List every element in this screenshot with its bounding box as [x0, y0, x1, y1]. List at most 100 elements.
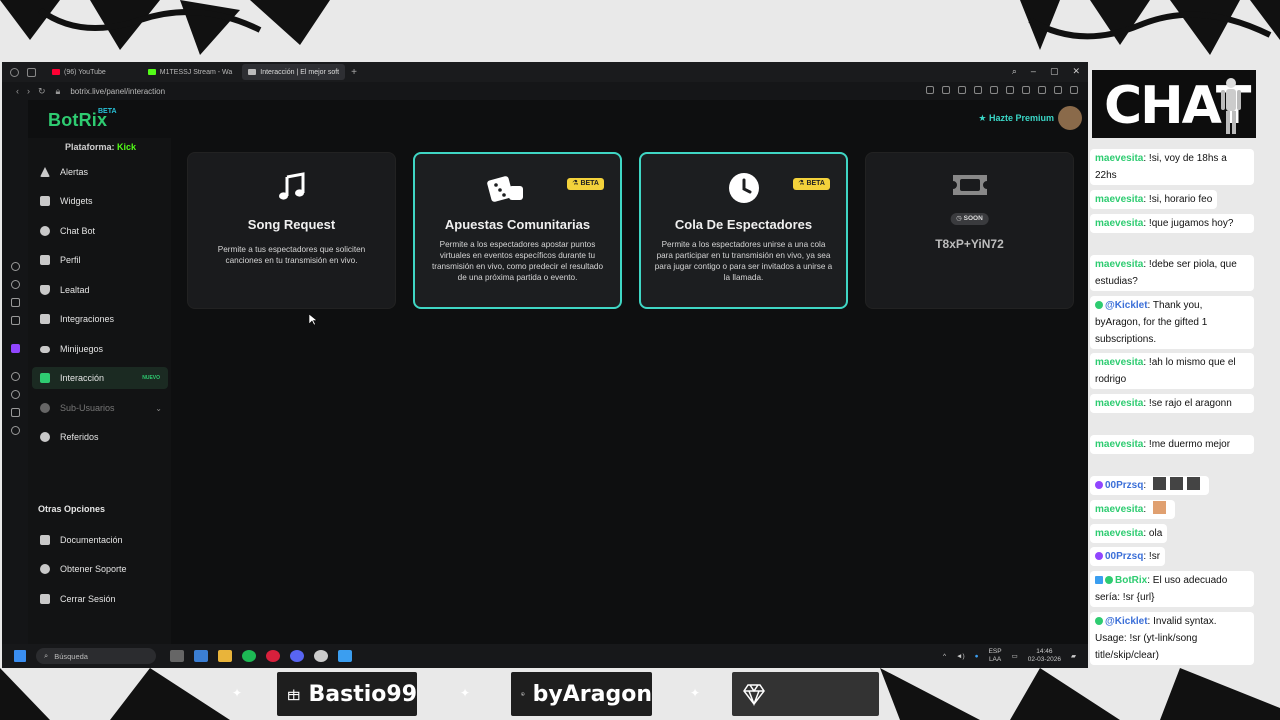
sidebar-item-sub-usuarios[interactable]: Sub-Usuarios ⌄ [32, 397, 168, 419]
back-icon[interactable]: ‹ [16, 86, 19, 96]
rail-whatsapp-icon[interactable] [11, 298, 20, 307]
sidebar-item-cerrar-sesion[interactable]: Cerrar Sesión [32, 588, 168, 610]
chevron-down-icon[interactable]: ⌄ [155, 404, 162, 413]
chat-text: : !se rajo el aragonn [1143, 398, 1232, 409]
chevron-up-icon[interactable]: ^ [943, 653, 946, 660]
pin-icon[interactable] [926, 86, 934, 94]
network-icon[interactable]: ▭ [1012, 652, 1018, 660]
spotify-icon[interactable] [242, 650, 256, 662]
browser-tabbar: (96) YouTube M1TESSJ Stream - Wa Interac… [2, 62, 1088, 82]
language-indicator[interactable]: ESP LAA [989, 648, 1002, 664]
rail-extensions-icon[interactable] [11, 408, 20, 417]
card-cola-de-espectadores[interactable]: ⚗ BETA Cola De Espectadores Permite a lo… [639, 152, 848, 309]
chat-message: 00Przsq: [1090, 476, 1209, 495]
opera-icon[interactable] [266, 650, 280, 662]
card-code: T8xP+YiN72 [935, 237, 1004, 251]
rail-twitch-icon[interactable] [11, 344, 20, 353]
supporter-name: byAragon [532, 681, 652, 707]
download-icon[interactable] [1022, 86, 1030, 94]
sidebar-item-widgets[interactable]: Widgets [32, 190, 168, 212]
new-tab-button[interactable]: + [351, 67, 357, 78]
app-icon[interactable] [338, 650, 352, 662]
forward-icon[interactable]: › [27, 86, 30, 96]
clock[interactable]: 14:46 02-03-2026 [1028, 648, 1061, 664]
rail-history-icon[interactable] [11, 262, 20, 271]
sidebar-item-label: Perfil [60, 255, 81, 265]
beta-badge-text: BETA [580, 180, 599, 187]
reload-icon[interactable]: ↻ [38, 86, 46, 97]
language-bottom: LAA [988, 656, 1002, 663]
chat-message: BotRix: El uso adecuado sería: !sr {url} [1090, 571, 1254, 607]
gamepad-icon [40, 345, 50, 353]
tab-label: (96) YouTube [64, 68, 106, 76]
menu-icon[interactable] [1070, 86, 1078, 94]
rail-player-icon[interactable] [11, 372, 20, 381]
logout-icon [40, 594, 50, 604]
badge-icon [1095, 481, 1103, 489]
wallet-icon[interactable] [1006, 86, 1014, 94]
play-icon[interactable] [974, 86, 982, 94]
discord-icon[interactable] [290, 650, 304, 662]
windows-start-icon[interactable] [14, 650, 26, 662]
rail-settings-icon[interactable] [11, 426, 20, 435]
users-icon [40, 432, 50, 442]
chat-message: maevesita: !me duermo mejor [1090, 435, 1254, 454]
mod-icon [1095, 576, 1103, 584]
chat-username: maevesita [1095, 194, 1144, 205]
task-view-icon[interactable] [170, 650, 184, 662]
tab-kick-stream[interactable]: M1TESSJ Stream - Wa [142, 64, 238, 80]
close-icon[interactable]: ✕ [1072, 66, 1080, 77]
sidebar-item-soporte[interactable]: Obtener Soporte [32, 558, 168, 580]
card-coming-soon: ◷ SOON T8xP+YiN72 [865, 152, 1074, 309]
sidebar-item-integraciones[interactable]: Integraciones [32, 308, 168, 330]
taskbar-search[interactable]: ⌕ Búsqueda [36, 648, 156, 664]
ai-icon[interactable] [1054, 86, 1062, 94]
card-song-request[interactable]: Song Request Permite a tus espectadores … [187, 152, 396, 309]
sidebar-item-lealtad[interactable]: Lealtad [32, 279, 168, 301]
avatar[interactable] [1058, 106, 1082, 130]
sidebar-item-label: Lealtad [60, 285, 90, 295]
sidebar-item-minijuegos[interactable]: Minijuegos [32, 338, 168, 360]
tab-botrix-interaction[interactable]: Interacción | El mejor soft [242, 64, 346, 80]
sidebar-item-label: Alertas [60, 167, 89, 177]
card-apuestas-comunitarias[interactable]: ⚗ BETA Apuestas Comunitarias Permite a l… [413, 152, 622, 309]
explorer-icon[interactable] [194, 650, 208, 662]
notification-icon[interactable]: ▰ [1071, 652, 1076, 660]
minimize-icon[interactable]: – [1031, 66, 1036, 77]
chat-text: : !que jugamos hoy? [1143, 218, 1234, 229]
chat-username: maevesita [1095, 398, 1144, 409]
premium-button[interactable]: ★ Hazte Premium [978, 113, 1054, 124]
mic-icon[interactable]: ● [975, 653, 979, 660]
card-title: Cola De Espectadores [674, 217, 813, 232]
new-badge: NUEVO [142, 375, 160, 381]
rail-mail-icon[interactable] [11, 316, 20, 325]
platform-label: Plataforma: Kick [65, 142, 136, 152]
extension-icon[interactable] [958, 86, 966, 94]
sidebar-item-documentacion[interactable]: Documentación [32, 529, 168, 551]
capture-icon[interactable] [942, 86, 950, 94]
sidebar-item-chat-bot[interactable]: Chat Bot [32, 220, 168, 242]
figure-icon [1221, 78, 1241, 134]
maximize-icon[interactable]: ▢ [1050, 66, 1059, 77]
integrations-icon [40, 314, 50, 324]
search-tabs-icon[interactable]: ⌕ [1012, 66, 1017, 77]
chat-text: : [1143, 480, 1147, 491]
rail-messenger-icon[interactable] [11, 280, 20, 289]
url-field[interactable]: botrix.live/panel/interaction [70, 87, 165, 96]
steam-icon[interactable] [314, 650, 328, 662]
speaker-icon[interactable]: ◄) [956, 653, 965, 660]
platform-label-text: Plataforma: [65, 142, 115, 152]
chat-username: maevesita [1095, 218, 1144, 229]
chat-text: : ola [1143, 528, 1163, 539]
sidebar-item-interaccion[interactable]: Interacción NUEVO [32, 367, 168, 389]
tab-youtube[interactable]: (96) YouTube [46, 64, 112, 80]
folder-icon[interactable] [218, 650, 232, 662]
sidebar-toggle-icon[interactable] [27, 67, 36, 77]
sidebar-item-referidos[interactable]: Referidos [32, 426, 168, 448]
sidebar-item-perfil[interactable]: Perfil [32, 249, 168, 271]
wifi-icon[interactable] [1038, 86, 1046, 94]
rail-clock-icon[interactable] [11, 390, 20, 399]
heart-icon[interactable] [990, 86, 998, 94]
sidebar-item-alertas[interactable]: Alertas [32, 161, 168, 183]
browser-menu-icon[interactable] [10, 67, 19, 77]
